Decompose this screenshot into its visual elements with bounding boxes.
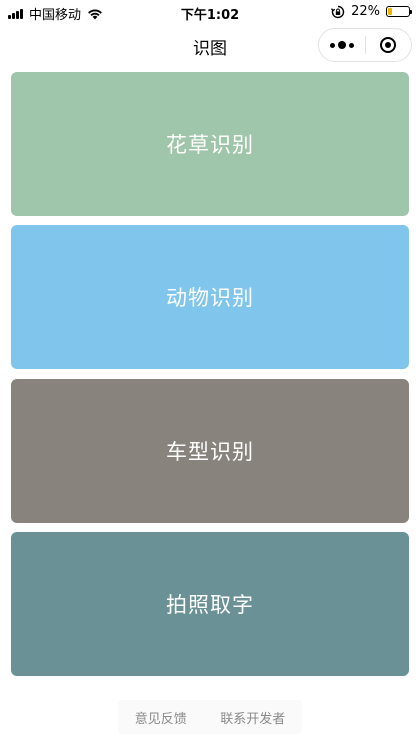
card-text-recognition[interactable]: 拍照取字 [11,532,409,676]
card-car-recognition[interactable]: 车型识别 [11,379,409,523]
card-label: 动物识别 [166,286,254,310]
battery-fill [388,8,393,15]
more-dots-icon [329,41,354,49]
battery-percent: 22% [351,4,380,19]
capsule-menu [318,28,412,62]
orientation-lock-icon [331,5,345,18]
contact-developer-link[interactable]: 联系开发者 [220,708,285,727]
screen: 中国移动 下午1:02 22% 识图 花草识别 动物识别 车型识别 拍照取字 意… [0,0,420,747]
card-animal-recognition[interactable]: 动物识别 [11,225,409,369]
card-label: 花草识别 [166,133,254,157]
feedback-link[interactable]: 意见反馈 [135,708,187,727]
battery-icon [386,6,412,17]
footer-links: 意见反馈 联系开发者 [118,700,302,734]
status-bar: 中国移动 下午1:02 22% [0,0,420,24]
card-label: 拍照取字 [166,593,254,617]
nav-bar: 识图 [0,24,420,68]
status-right: 22% [331,4,412,19]
card-label: 车型识别 [166,440,254,464]
close-button[interactable] [366,29,412,61]
card-flower-recognition[interactable]: 花草识别 [11,72,409,216]
target-icon [380,37,397,53]
more-button[interactable] [319,29,365,61]
